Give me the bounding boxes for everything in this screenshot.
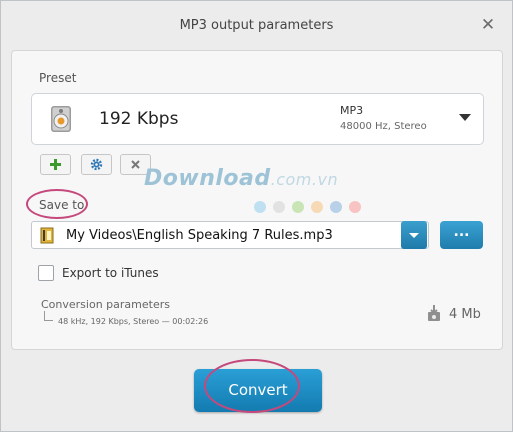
watermark-dot bbox=[273, 201, 285, 213]
save-to-label: Save to bbox=[39, 198, 85, 212]
preset-settings-button[interactable] bbox=[81, 154, 112, 175]
watermark-suffix: .com.vn bbox=[270, 170, 339, 189]
watermark-dot bbox=[330, 201, 342, 213]
export-itunes-checkbox[interactable] bbox=[38, 265, 54, 281]
save-path-value: My Videos\English Speaking 7 Rules.mp3 bbox=[66, 228, 333, 243]
preset-bitrate: 192 Kbps bbox=[99, 109, 179, 129]
close-icon bbox=[131, 160, 140, 169]
preset-audio-details: 48000 Hz, Stereo bbox=[340, 121, 427, 132]
title-bar: MP3 output parameters ✕ bbox=[1, 1, 512, 51]
watermark-dots bbox=[254, 198, 368, 213]
watermark-logo: Download.com.vn bbox=[144, 166, 338, 191]
output-size: 4 Mb bbox=[449, 307, 481, 322]
close-button[interactable]: ✕ bbox=[478, 15, 498, 35]
tree-connector bbox=[44, 311, 53, 321]
browse-button[interactable]: ... bbox=[440, 221, 483, 249]
conversion-parameters-details: 48 kHz, 192 Kbps, Stereo — 00:02:26 bbox=[58, 317, 209, 326]
export-itunes-label[interactable]: Export to iTunes bbox=[62, 266, 159, 280]
watermark-dot bbox=[349, 201, 361, 213]
preset-dropdown[interactable]: 192 Kbps MP3 48000 Hz, Stereo bbox=[31, 93, 484, 145]
watermark-dot bbox=[311, 201, 323, 213]
gear-icon bbox=[90, 158, 103, 171]
watermark-dot bbox=[254, 201, 266, 213]
save-path-dropdown-button[interactable] bbox=[401, 221, 427, 249]
preset-format: MP3 bbox=[340, 104, 364, 117]
preset-label: Preset bbox=[39, 71, 77, 85]
watermark-dot bbox=[292, 201, 304, 213]
add-preset-button[interactable] bbox=[40, 154, 71, 175]
file-size-icon bbox=[428, 305, 440, 321]
chevron-down-icon bbox=[459, 114, 471, 121]
convert-button[interactable]: Convert bbox=[194, 369, 322, 412]
audio-file-icon bbox=[40, 227, 54, 244]
save-path-field[interactable]: My Videos\English Speaking 7 Rules.mp3 bbox=[31, 221, 429, 249]
plus-icon bbox=[50, 159, 61, 170]
speaker-icon bbox=[51, 106, 71, 132]
conversion-parameters-title: Conversion parameters bbox=[41, 298, 170, 311]
window-title: MP3 output parameters bbox=[179, 18, 334, 33]
watermark-main: Download bbox=[144, 166, 271, 191]
dialog-window: MP3 output parameters ✕ Preset 192 Kbps … bbox=[0, 0, 513, 432]
